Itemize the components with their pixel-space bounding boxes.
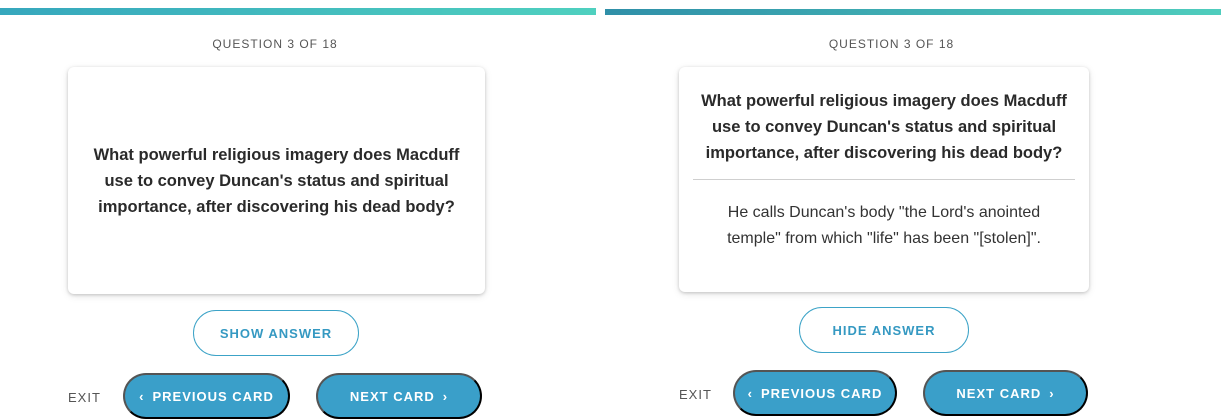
flashcard-panel-answer: QUESTION 3 OF 18 What powerful religious… (604, 0, 1221, 416)
chevron-right-icon: › (1049, 385, 1055, 401)
next-card-label: NEXT CARD (956, 385, 1042, 401)
hide-answer-button[interactable]: HIDE ANSWER (799, 307, 969, 353)
next-card-button[interactable]: NEXT CARD › (923, 370, 1088, 416)
chevron-left-icon: ‹ (139, 388, 145, 404)
exit-link[interactable]: EXIT (679, 387, 712, 402)
show-answer-button[interactable]: SHOW ANSWER (193, 310, 359, 356)
flashcard[interactable]: What powerful religious imagery does Mac… (68, 67, 485, 294)
exit-link[interactable]: EXIT (68, 390, 101, 405)
previous-card-label: PREVIOUS CARD (760, 385, 883, 401)
question-counter: QUESTION 3 OF 18 (212, 37, 338, 51)
previous-card-label: PREVIOUS CARD (152, 388, 274, 404)
question-counter: QUESTION 3 OF 18 (828, 37, 955, 51)
next-card-label: NEXT CARD (349, 388, 435, 404)
flashcard-panel-question: QUESTION 3 OF 18 What powerful religious… (0, 0, 602, 419)
flashcard[interactable]: What powerful religious imagery does Mac… (679, 67, 1089, 292)
question-text: What powerful religious imagery does Mac… (701, 92, 1067, 162)
question-text: What powerful religious imagery does Mac… (93, 145, 460, 216)
progress-bar (0, 8, 596, 15)
chevron-left-icon: ‹ (747, 385, 753, 401)
answer-text: He calls Duncan's body "the Lord's anoin… (727, 204, 1041, 247)
chevron-right-icon: › (442, 388, 449, 404)
progress-bar (605, 9, 1221, 15)
card-divider (693, 179, 1075, 180)
next-card-button[interactable]: NEXT CARD › (316, 373, 482, 419)
previous-card-button[interactable]: ‹ PREVIOUS CARD (123, 373, 290, 419)
previous-card-button[interactable]: ‹ PREVIOUS CARD (733, 370, 897, 416)
